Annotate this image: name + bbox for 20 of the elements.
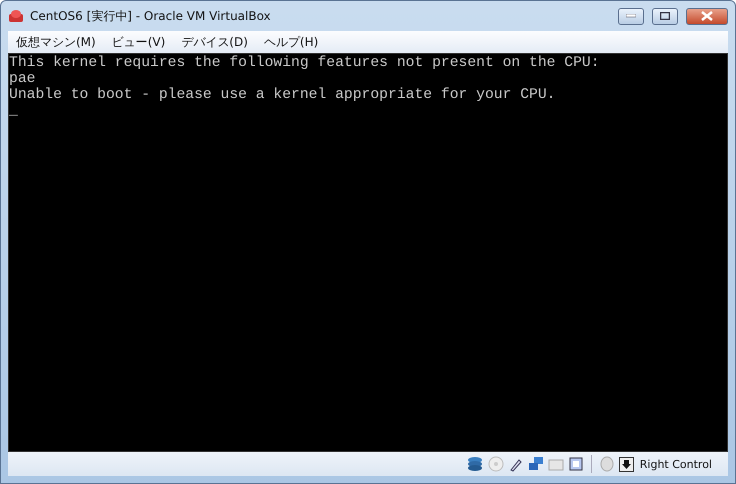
close-button[interactable] xyxy=(686,8,728,24)
console-line: Unable to boot - please use a kernel appropriate for your CPU. xyxy=(9,87,556,103)
disk-icon[interactable] xyxy=(466,455,484,473)
menu-item[interactable]: ヘルプ(H) xyxy=(256,34,326,50)
maximize-button[interactable] xyxy=(652,8,678,24)
console-line: This kernel requires the following features not present on the CPU: xyxy=(9,55,601,71)
close-icon xyxy=(701,11,713,21)
minimize-button[interactable] xyxy=(618,8,644,24)
host-key-label: Right Control xyxy=(640,458,712,470)
network-icon[interactable] xyxy=(528,456,544,472)
app-icon xyxy=(8,9,24,23)
console-line: pae xyxy=(9,71,36,87)
menu-item[interactable]: デバイス(D) xyxy=(173,34,256,50)
minimize-icon xyxy=(626,14,636,18)
down-arrow-icon[interactable] xyxy=(618,456,634,472)
menu-item[interactable]: 仮想マシン(M) xyxy=(8,34,104,50)
maximize-icon xyxy=(660,12,670,20)
menu-item[interactable]: ビュー(V) xyxy=(104,34,174,50)
window-title: CentOS6 [実行中] - Oracle VM VirtualBox xyxy=(30,8,272,24)
text-cursor: _ xyxy=(9,103,18,119)
